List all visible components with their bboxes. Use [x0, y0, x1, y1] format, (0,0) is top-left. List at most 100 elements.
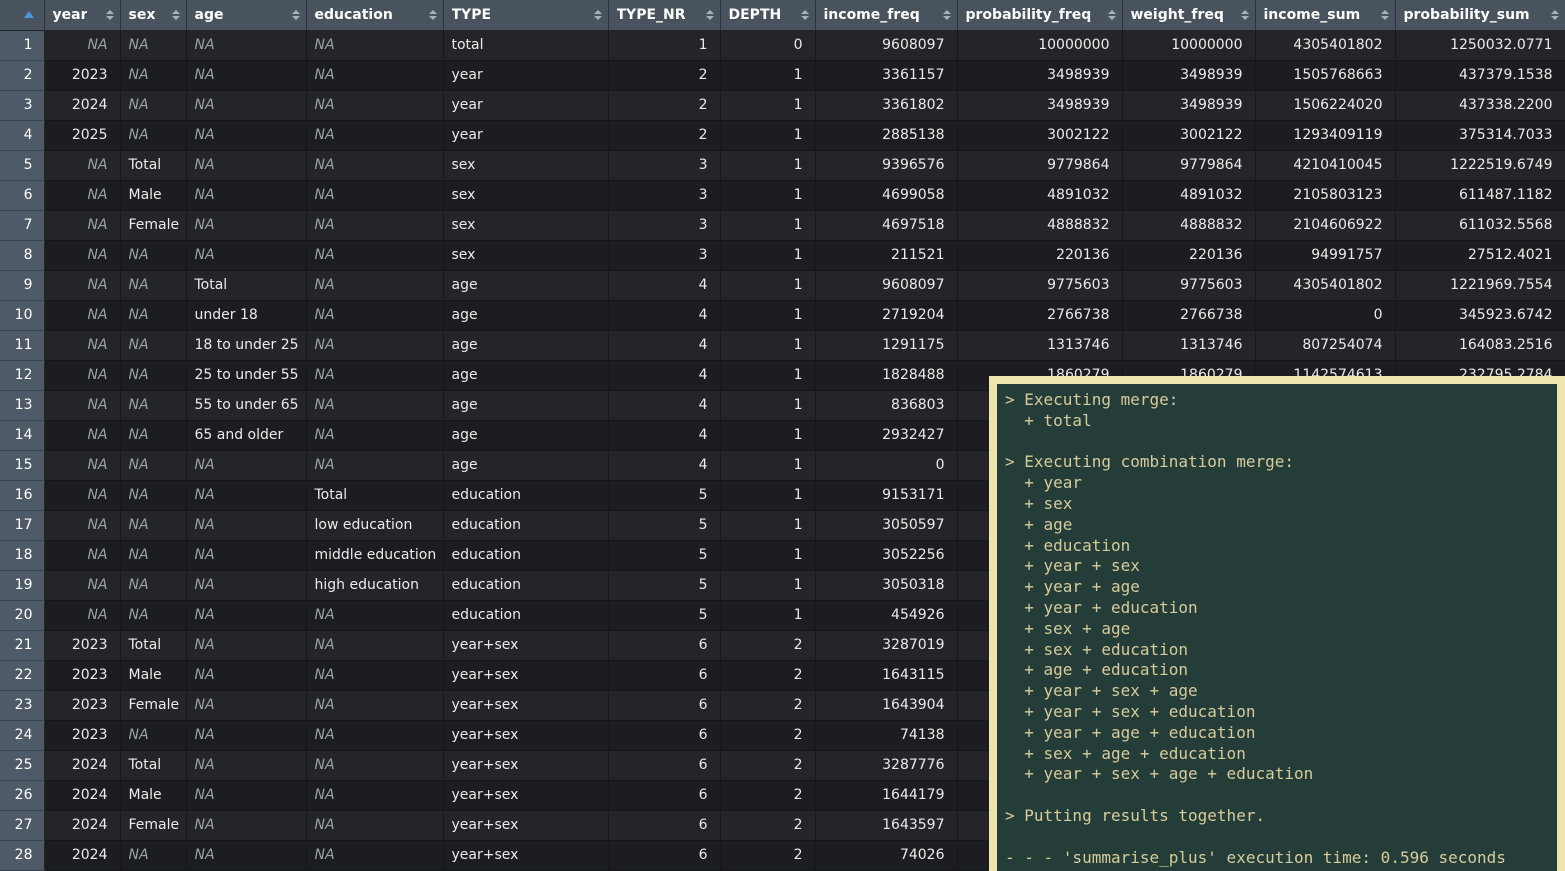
cell-sex: Male	[120, 660, 186, 690]
cell-TYPE: age	[443, 300, 608, 330]
cell-DEPTH: 2	[720, 690, 815, 720]
console-line: + year + age + education	[1005, 723, 1557, 744]
cell-education: NA	[306, 750, 443, 780]
cell-education: NA	[306, 600, 443, 630]
cell-age: NA	[186, 210, 306, 240]
col-header-sex[interactable]: sex	[120, 0, 186, 30]
cell-income_freq: 1643597	[815, 810, 957, 840]
cell-income_sum: 2104606922	[1255, 210, 1395, 240]
col-header-income-sum[interactable]: income_sum	[1255, 0, 1395, 30]
col-header-probability-sum[interactable]: probability_sum	[1395, 0, 1565, 30]
cell-income_sum: 807254074	[1255, 330, 1395, 360]
cell-sex: NA	[120, 390, 186, 420]
cell-income_freq: 3287776	[815, 750, 957, 780]
row-number: 13	[0, 390, 44, 420]
cell-probability_sum: 437379.1538	[1395, 60, 1565, 90]
console-line: + age + education	[1005, 660, 1557, 681]
cell-DEPTH: 1	[720, 270, 815, 300]
col-header-label: weight_freq	[1131, 7, 1224, 23]
col-header-education[interactable]: education	[306, 0, 443, 30]
col-header-age[interactable]: age	[186, 0, 306, 30]
cell-probability_sum: 1221969.7554	[1395, 270, 1565, 300]
cell-education: NA	[306, 420, 443, 450]
cell-education: NA	[306, 150, 443, 180]
row-number: 3	[0, 90, 44, 120]
col-header-weight-freq[interactable]: weight_freq	[1122, 0, 1255, 30]
cell-weight_freq: 4888832	[1122, 210, 1255, 240]
console-output: > Executing merge: + total > Executing c…	[989, 376, 1565, 871]
col-header-year[interactable]: year	[44, 0, 120, 30]
cell-income_freq: 2885138	[815, 120, 957, 150]
table-row: 22023NANANAyear2133611573498939349893915…	[0, 60, 1565, 90]
cell-TYPE: total	[443, 30, 608, 60]
cell-DEPTH: 1	[720, 390, 815, 420]
sort-icon	[429, 10, 437, 20]
cell-weight_freq: 3498939	[1122, 60, 1255, 90]
row-number: 1	[0, 30, 44, 60]
console-line: + year + sex	[1005, 556, 1557, 577]
cell-age: 25 to under 55	[186, 360, 306, 390]
cell-sex: Total	[120, 150, 186, 180]
cell-age: NA	[186, 510, 306, 540]
row-number: 20	[0, 600, 44, 630]
cell-TYPE: age	[443, 360, 608, 390]
console-line: + year	[1005, 473, 1557, 494]
cell-TYPE: year+sex	[443, 720, 608, 750]
cell-TYPE: education	[443, 480, 608, 510]
cell-age: NA	[186, 690, 306, 720]
cell-TYPE_NR: 5	[608, 480, 720, 510]
cell-income_freq: 836803	[815, 390, 957, 420]
console-line: > Executing combination merge:	[1005, 452, 1557, 473]
cell-TYPE: year+sex	[443, 660, 608, 690]
cell-probability_sum: 611032.5568	[1395, 210, 1565, 240]
cell-probability_sum: 375314.7033	[1395, 120, 1565, 150]
cell-DEPTH: 1	[720, 330, 815, 360]
cell-sex: NA	[120, 30, 186, 60]
cell-age: NA	[186, 90, 306, 120]
cell-TYPE_NR: 5	[608, 510, 720, 540]
row-number: 26	[0, 780, 44, 810]
cell-income_freq: 2719204	[815, 300, 957, 330]
cell-TYPE: age	[443, 330, 608, 360]
cell-sex: Female	[120, 690, 186, 720]
table-row: 32024NANANAyear2133618023498939349893915…	[0, 90, 1565, 120]
cell-education: NA	[306, 840, 443, 870]
cell-income_freq: 4697518	[815, 210, 957, 240]
console-line	[1005, 785, 1557, 806]
cell-age: NA	[186, 120, 306, 150]
col-header-income-freq[interactable]: income_freq	[815, 0, 957, 30]
cell-sex: NA	[120, 480, 186, 510]
cell-year: NA	[44, 390, 120, 420]
cell-DEPTH: 1	[720, 480, 815, 510]
cell-age: NA	[186, 630, 306, 660]
row-number: 19	[0, 570, 44, 600]
cell-age: NA	[186, 660, 306, 690]
col-header-label: income_sum	[1264, 7, 1361, 23]
cell-income_sum: 1506224020	[1255, 90, 1395, 120]
cell-age: NA	[186, 810, 306, 840]
cell-TYPE_NR: 6	[608, 840, 720, 870]
col-header-type[interactable]: TYPE	[443, 0, 608, 30]
cell-probability_freq: 2766738	[957, 300, 1122, 330]
cell-year: 2024	[44, 750, 120, 780]
cell-DEPTH: 1	[720, 60, 815, 90]
row-number-header[interactable]	[0, 0, 44, 30]
cell-education: NA	[306, 300, 443, 330]
row-number: 9	[0, 270, 44, 300]
col-header-type-nr[interactable]: TYPE_NR	[608, 0, 720, 30]
cell-education: NA	[306, 390, 443, 420]
cell-year: NA	[44, 270, 120, 300]
cell-TYPE: year+sex	[443, 750, 608, 780]
cell-income_freq: 1643115	[815, 660, 957, 690]
col-header-depth[interactable]: DEPTH	[720, 0, 815, 30]
cell-year: NA	[44, 240, 120, 270]
col-header-probability-freq[interactable]: probability_freq	[957, 0, 1122, 30]
row-number: 24	[0, 720, 44, 750]
cell-education: NA	[306, 120, 443, 150]
sort-ascending-icon	[24, 11, 34, 18]
cell-sex: Female	[120, 810, 186, 840]
row-number: 14	[0, 420, 44, 450]
cell-education: NA	[306, 660, 443, 690]
col-header-label: TYPE	[452, 7, 492, 23]
cell-education: NA	[306, 780, 443, 810]
